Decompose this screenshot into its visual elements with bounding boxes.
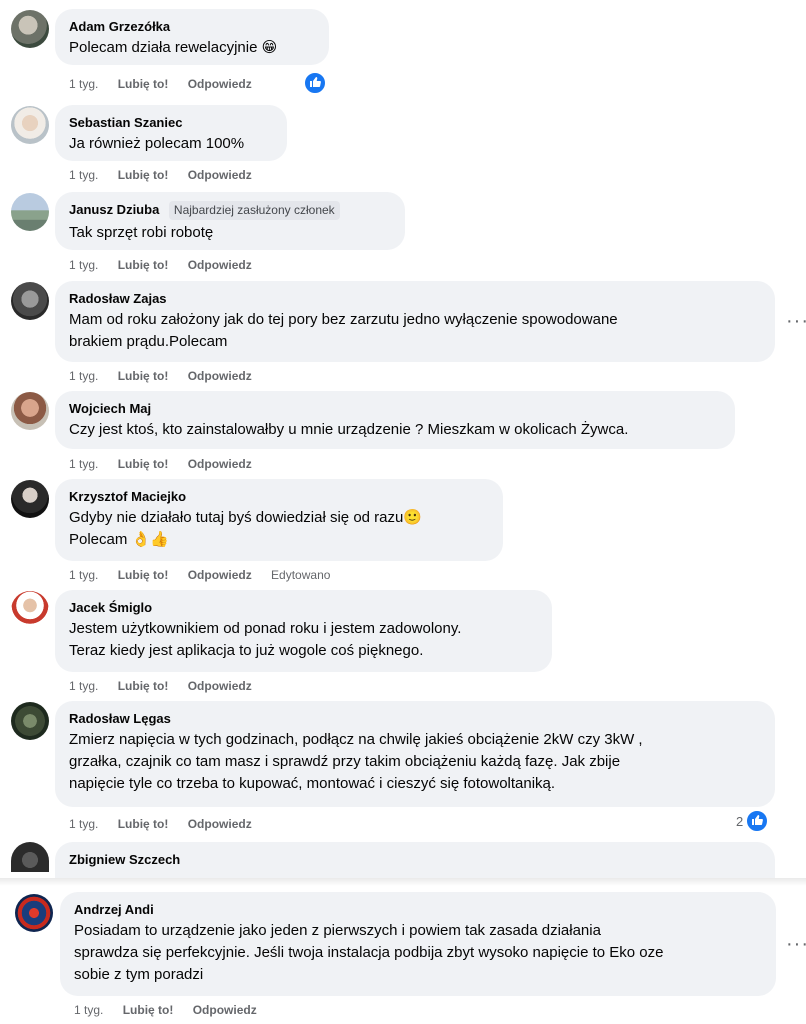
comment-text-line: Teraz kiedy jest aplikacja to już wogole… <box>69 642 424 659</box>
comment-actions: 1 tyg. Lubię to! Odpowiedz <box>69 257 268 273</box>
timestamp[interactable]: 1 tyg. <box>69 817 98 831</box>
author-name[interactable]: Krzysztof Maciejko <box>69 488 489 505</box>
avatar[interactable] <box>15 894 53 932</box>
reply-button[interactable]: Odpowiedz <box>193 1003 257 1017</box>
reply-button[interactable]: Odpowiedz <box>188 77 252 91</box>
avatar[interactable] <box>11 842 49 872</box>
comment-bubble: Zbigniew Szczech <box>55 842 775 878</box>
like-button[interactable]: Lubię to! <box>118 457 169 471</box>
avatar[interactable] <box>11 10 49 48</box>
avatar[interactable] <box>11 106 49 144</box>
timestamp[interactable]: 1 tyg. <box>69 568 98 582</box>
timestamp[interactable]: 1 tyg. <box>69 369 98 383</box>
like-button[interactable]: Lubię to! <box>118 369 169 383</box>
timestamp[interactable]: 1 tyg. <box>74 1003 103 1017</box>
comment-text: Ja również polecam 100% <box>69 135 245 152</box>
comment-bubble: Janusz Dziuba Najbardziej zasłużony czło… <box>55 192 405 250</box>
avatar[interactable] <box>11 591 49 629</box>
comment-actions: 1 tyg. Lubię to! Odpowiedz <box>69 816 268 832</box>
comment-actions: 1 tyg. Lubię to! Odpowiedz Edytowano <box>69 567 346 583</box>
timestamp[interactable]: 1 tyg. <box>69 77 98 91</box>
comment-bubble: Krzysztof Maciejko Gdyby nie działało tu… <box>55 479 503 561</box>
like-reaction-icon[interactable] <box>303 71 327 95</box>
more-options-icon[interactable]: ··· <box>786 311 806 331</box>
section-divider <box>0 878 806 886</box>
edited-label[interactable]: Edytowano <box>271 568 330 582</box>
comment-text: Tak sprzęt robi robotę <box>69 224 214 241</box>
comment-actions: 1 tyg. Lubię to! Odpowiedz <box>69 678 268 694</box>
comment-text: Polecam działa rewelacyjnie 😁 <box>69 39 278 56</box>
comment-bubble: Wojciech Maj Czy jest ktoś, kto zainstal… <box>55 391 735 449</box>
comment-actions: 1 tyg. Lubię to! Odpowiedz <box>69 76 268 92</box>
reply-button[interactable]: Odpowiedz <box>188 568 252 582</box>
comment-text-line: sprawdza się perfekcyjnie. Jeśli twoja i… <box>74 944 664 961</box>
more-options-icon[interactable]: ··· <box>786 934 806 954</box>
timestamp[interactable]: 1 tyg. <box>69 457 98 471</box>
comment-actions: 1 tyg. Lubię to! Odpowiedz <box>69 167 268 183</box>
comment-text-line: sobie z tym poradzi <box>74 966 204 983</box>
author-name-link[interactable]: Janusz Dziuba <box>69 202 159 217</box>
like-button[interactable]: Lubię to! <box>118 679 169 693</box>
comment-text-line: Posiadam to urządzenie jako jeden z pier… <box>74 922 601 939</box>
comment-bubble: Andrzej Andi Posiadam to urządzenie jako… <box>60 892 776 996</box>
comment-actions: 1 tyg. Lubię to! Odpowiedz <box>69 368 268 384</box>
comment-text-line: Mam od roku założony jak do tej pory bez… <box>69 311 618 328</box>
comment-bubble: Sebastian Szaniec Ja również polecam 100… <box>55 105 287 161</box>
member-badge: Najbardziej zasłużony członek <box>168 201 340 220</box>
author-name[interactable]: Andrzej Andi <box>74 901 762 918</box>
author-name: Janusz Dziuba Najbardziej zasłużony czło… <box>69 201 391 220</box>
comment-text-line: Polecam 👌👍 <box>69 531 169 548</box>
author-name[interactable]: Radosław Lęgas <box>69 710 761 727</box>
like-button[interactable]: Lubię to! <box>118 258 169 272</box>
avatar[interactable] <box>11 392 49 430</box>
comment-actions: 1 tyg. Lubię to! Odpowiedz <box>69 456 268 472</box>
comment-text-line: Gdyby nie działało tutaj byś dowiedział … <box>69 509 423 526</box>
author-name[interactable]: Sebastian Szaniec <box>69 114 273 131</box>
reply-button[interactable]: Odpowiedz <box>188 679 252 693</box>
reply-button[interactable]: Odpowiedz <box>188 457 252 471</box>
reply-button[interactable]: Odpowiedz <box>188 817 252 831</box>
like-button[interactable]: Lubię to! <box>118 77 169 91</box>
avatar[interactable] <box>11 702 49 740</box>
reply-button[interactable]: Odpowiedz <box>188 258 252 272</box>
timestamp[interactable]: 1 tyg. <box>69 679 98 693</box>
reply-button[interactable]: Odpowiedz <box>188 168 252 182</box>
like-button[interactable]: Lubię to! <box>118 568 169 582</box>
comment-text-line: Zmierz napięcia w tych godzinach, podłąc… <box>69 731 643 748</box>
like-reaction-icon[interactable] <box>745 809 769 833</box>
avatar[interactable] <box>11 193 49 231</box>
comment-actions: 1 tyg. Lubię to! Odpowiedz <box>74 1002 273 1018</box>
avatar[interactable] <box>11 480 49 518</box>
author-name[interactable]: Jacek Śmiglo <box>69 599 538 616</box>
comment-text-line: grzałka, czajnik co tam masz i sprawdź p… <box>69 753 621 770</box>
comment-bubble: Jacek Śmiglo Jestem użytkownikiem od pon… <box>55 590 552 672</box>
like-button[interactable]: Lubię to! <box>118 817 169 831</box>
reply-button[interactable]: Odpowiedz <box>188 369 252 383</box>
avatar[interactable] <box>11 282 49 320</box>
comment-text: Czy jest ktoś, kto zainstalowałby u mnie… <box>69 421 629 438</box>
reaction-count[interactable]: 2 <box>736 813 743 831</box>
comment-bubble: Adam Grzezółka Polecam działa rewelacyjn… <box>55 9 329 65</box>
timestamp[interactable]: 1 tyg. <box>69 258 98 272</box>
author-name[interactable]: Zbigniew Szczech <box>69 851 761 868</box>
author-name[interactable]: Wojciech Maj <box>69 400 721 417</box>
author-name[interactable]: Adam Grzezółka <box>69 18 315 35</box>
comment-bubble: Radosław Lęgas Zmierz napięcia w tych go… <box>55 701 775 807</box>
comment-text-line: Jestem użytkownikiem od ponad roku i jes… <box>69 620 462 637</box>
timestamp[interactable]: 1 tyg. <box>69 168 98 182</box>
like-button[interactable]: Lubię to! <box>118 168 169 182</box>
comment-text-line: brakiem prądu.Polecam <box>69 333 228 350</box>
like-button[interactable]: Lubię to! <box>123 1003 174 1017</box>
comment-text-line: napięcie tyle co trzeba to kupować, mont… <box>69 775 556 792</box>
author-name[interactable]: Radosław Zajas <box>69 290 761 307</box>
comment-bubble: Radosław Zajas Mam od roku założony jak … <box>55 281 775 362</box>
